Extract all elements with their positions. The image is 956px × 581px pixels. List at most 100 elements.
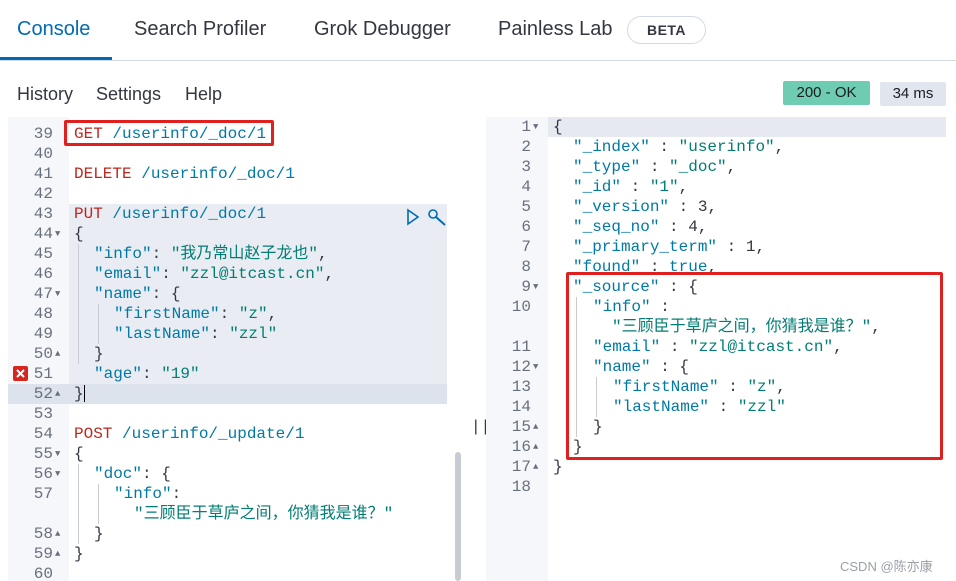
brace: } <box>94 345 104 363</box>
json-value: 1 <box>745 238 756 256</box>
json-key: "_type" <box>573 158 641 176</box>
request-editor-scrollbar[interactable] <box>455 452 461 581</box>
brace: } <box>74 545 84 563</box>
json-value: "zzl@itcast.cn" <box>180 265 325 283</box>
line-number: 17 <box>511 458 531 476</box>
request-url: /userinfo/_update/1 <box>112 425 305 443</box>
indent-guide <box>98 304 99 344</box>
json-key: "_primary_term" <box>573 238 718 256</box>
request-actions <box>405 206 449 233</box>
tab-search-profiler[interactable]: Search Profiler <box>134 18 266 41</box>
line-number: 8 <box>521 258 531 276</box>
line-number: 59 <box>33 545 53 563</box>
json-key: "name" <box>94 285 152 303</box>
tab-painless-lab[interactable]: Painless Lab <box>498 18 613 41</box>
json-key: "firstName" <box>114 305 220 323</box>
fold-up-icon[interactable]: ▲ <box>55 524 60 544</box>
line-number: 48 <box>33 305 53 323</box>
watermark: CSDN @陈亦康 <box>840 559 933 574</box>
json-value: 3 <box>697 198 708 216</box>
json-value: "z" <box>238 305 268 323</box>
fold-up-icon[interactable]: ▲ <box>55 544 60 564</box>
http-method: DELETE <box>74 165 132 183</box>
json-value: "_doc" <box>669 158 727 176</box>
json-value: 4 <box>688 218 698 236</box>
top-tabs: Console Search Profiler Grok Debugger Pa… <box>0 0 956 61</box>
beta-badge: BETA <box>627 16 706 44</box>
line-number: 13 <box>511 378 531 396</box>
tab-console[interactable]: Console <box>17 18 90 41</box>
json-key: "lastName" <box>114 325 211 343</box>
line-number: 5 <box>521 198 531 216</box>
line-number: 52 <box>33 385 53 403</box>
line-number: 9 <box>521 278 531 296</box>
line-number: 55 <box>33 445 53 463</box>
wrench-icon[interactable] <box>428 209 438 219</box>
tab-grok-debugger[interactable]: Grok Debugger <box>314 18 451 41</box>
json-value: "1" <box>649 178 679 196</box>
fold-down-icon[interactable]: ▼ <box>533 357 538 377</box>
fold-down-icon[interactable]: ▼ <box>55 224 60 244</box>
fold-down-icon[interactable]: ▼ <box>533 117 538 137</box>
fold-down-icon[interactable]: ▼ <box>533 277 538 297</box>
play-and-wrench-icons <box>407 208 446 226</box>
line-number: 53 <box>33 405 53 423</box>
fold-up-icon[interactable]: ▲ <box>533 457 538 477</box>
line-number: 15 <box>511 418 531 436</box>
fold-up-icon[interactable]: ▲ <box>533 417 538 437</box>
request-url: /userinfo/_doc/1 <box>102 205 267 223</box>
json-key: "age" <box>94 365 143 383</box>
line-number: 11 <box>511 338 531 356</box>
text-cursor <box>83 385 85 403</box>
fold-up-icon[interactable]: ▲ <box>55 384 60 404</box>
indent-guide <box>78 464 79 544</box>
line-number: 54 <box>33 425 53 443</box>
json-key: "_version" <box>573 198 670 216</box>
line-number: 4 <box>521 178 531 196</box>
fold-up-icon[interactable]: ▲ <box>55 344 60 364</box>
json-key: "_index" <box>573 138 650 156</box>
indent-guide <box>78 244 79 364</box>
status-badge: 200 - OK <box>783 81 870 105</box>
fold-down-icon[interactable]: ▼ <box>55 464 60 484</box>
play-icon[interactable] <box>407 208 420 226</box>
line-number: 14 <box>511 398 531 416</box>
wrench-handle <box>435 216 446 226</box>
brace: } <box>553 458 563 476</box>
line-number: 43 <box>33 205 53 223</box>
fold-down-icon[interactable]: ▼ <box>55 284 60 304</box>
json-value: "19" <box>161 365 200 383</box>
fold-down-icon[interactable]: ▼ <box>55 444 60 464</box>
brace: } <box>74 385 84 403</box>
json-key: "info" <box>114 485 172 503</box>
line-number: 46 <box>33 265 53 283</box>
active-line <box>69 384 447 404</box>
json-value: "三顾臣于草庐之间，你猜我是谁？" <box>134 505 394 523</box>
request-editor-gutter: 38 39 40 41 42 43 44 ▼ 45 46 47 ▼ 48 49 … <box>8 117 69 581</box>
error-marker-icon[interactable] <box>13 366 28 381</box>
highlight-box-source <box>566 272 943 460</box>
json-key: "email" <box>94 265 162 283</box>
json-key: "doc" <box>94 465 143 483</box>
line-number: 57 <box>33 485 53 503</box>
settings-link[interactable]: Settings <box>96 84 161 105</box>
history-link[interactable]: History <box>17 84 73 105</box>
line-number: 16 <box>511 438 531 456</box>
help-link[interactable]: Help <box>185 84 222 105</box>
highlight-box-get-request <box>64 120 274 146</box>
line-number: 40 <box>33 145 53 163</box>
response-active-line <box>548 117 946 137</box>
line-number: 12 <box>511 358 531 376</box>
fold-up-icon[interactable]: ▲ <box>533 437 538 457</box>
line-number: 60 <box>33 565 53 581</box>
line-number: 7 <box>521 238 531 256</box>
brace: { <box>74 225 84 243</box>
line-number: 47 <box>33 285 53 303</box>
line-number: 1 <box>521 118 531 136</box>
response-editor-gutter: 1 ▼ 2 3 4 5 6 7 8 9 ▼ 10 11 12 ▼ 13 14 1… <box>486 117 548 581</box>
line-number: 3 <box>521 158 531 176</box>
line-number: 42 <box>33 185 53 203</box>
line-number: 38 <box>8 117 53 123</box>
line-number: 58 <box>33 525 53 543</box>
http-method: PUT <box>74 205 103 223</box>
